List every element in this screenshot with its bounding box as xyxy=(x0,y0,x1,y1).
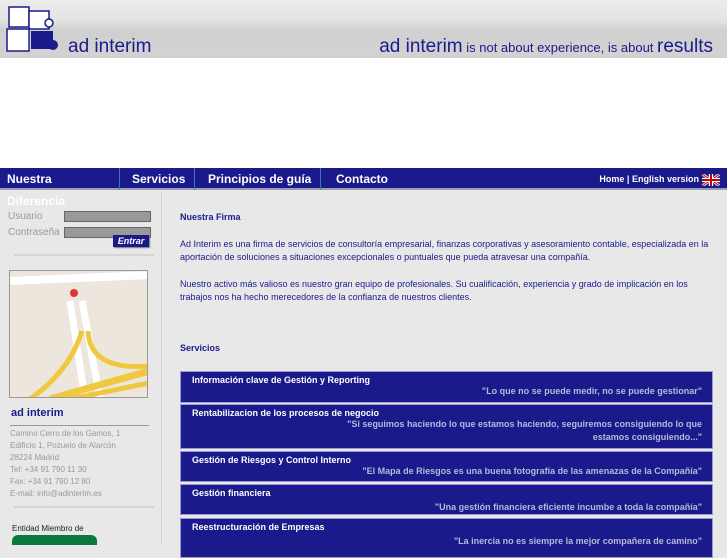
divider xyxy=(14,506,154,508)
service-item[interactable]: Información clave de Gestión y Reporting… xyxy=(180,371,713,403)
servicios-title: Servicios xyxy=(180,343,221,353)
home-link[interactable]: Home xyxy=(599,174,624,184)
member-logo xyxy=(12,535,97,545)
usuario-label: Usuario xyxy=(8,211,43,222)
uk-flag-icon[interactable] xyxy=(702,173,720,186)
nav-nuestra-diferencia[interactable]: Nuestra Diferencia xyxy=(0,168,120,208)
english-version-link[interactable]: English version xyxy=(632,174,699,184)
service-item[interactable]: Gestión de Riesgos y Control Interno "El … xyxy=(180,451,713,482)
entrar-button[interactable]: Entrar xyxy=(113,235,149,247)
divider: | xyxy=(626,174,630,184)
password-label: Contraseña xyxy=(8,227,60,238)
header: ad interim ad interim is not about exper… xyxy=(0,0,727,58)
map-pin-icon xyxy=(70,289,78,297)
company-name: ad interim xyxy=(11,407,64,419)
nav-servicios[interactable]: Servicios xyxy=(120,168,195,190)
firma-paragraph-1: Ad Interim es una firma de servicios de … xyxy=(180,239,709,262)
nav-contacto[interactable]: Contacto xyxy=(321,168,395,190)
company-address: Camino Cerro de los Gamos, 1 Edificio 1, … xyxy=(10,429,121,498)
usuario-input[interactable] xyxy=(64,211,151,222)
banner xyxy=(0,58,727,168)
firma-paragraph-2: Nuestro activo más valioso es nuestro gr… xyxy=(180,279,688,302)
puzzle-logo-icon[interactable] xyxy=(3,3,65,55)
location-map[interactable] xyxy=(9,270,148,398)
logo-text[interactable]: ad interim xyxy=(68,36,151,58)
tagline: ad interim is not about experience, is a… xyxy=(379,36,713,57)
sidebar: Usuario Contraseña Entrar ad interim Cam… xyxy=(0,192,162,545)
member-label: Entidad Miembro de xyxy=(12,524,84,533)
nav-principios[interactable]: Principios de guía xyxy=(195,168,321,190)
main-nav: Nuestra Diferencia Servicios Principios … xyxy=(0,168,727,208)
service-item[interactable]: Rentabilizacion de los procesos de negoc… xyxy=(180,404,713,449)
service-item[interactable]: Gestión financiera "Una gestión financier… xyxy=(180,484,713,515)
service-item[interactable]: Reestructuración de Empresas "La inercia … xyxy=(180,518,713,558)
divider xyxy=(14,254,154,256)
firma-title: Nuestra Firma xyxy=(180,212,241,222)
divider xyxy=(10,425,149,426)
